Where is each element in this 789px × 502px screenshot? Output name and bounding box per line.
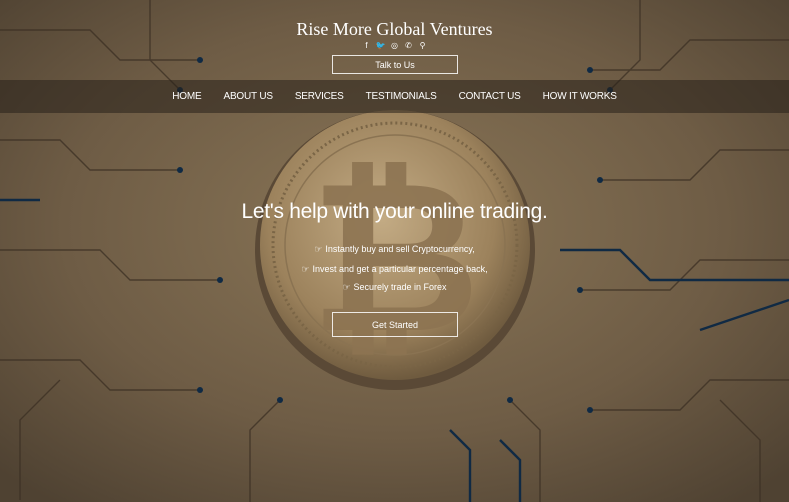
facebook-icon[interactable]: f [363,41,371,51]
location-pin-icon[interactable]: ⚲ [419,41,427,51]
nav-item-services[interactable]: SERVICES [295,91,344,102]
phone-icon[interactable]: ✆ [405,41,413,51]
hand-pointing-icon: ☞ [314,244,323,254]
hero-bullet: ☞ Invest and get a particular percentage … [0,264,789,275]
nav-item-how-it-works[interactable]: HOW IT WORKS [543,91,617,102]
twitter-icon[interactable]: 🐦 [376,41,386,51]
nav-item-testimonials[interactable]: TESTIMONIALS [366,91,437,102]
talk-to-us-button[interactable]: Talk to Us [332,55,458,74]
hero-headline: Let's help with your online trading. [241,200,548,223]
hero-bullet: ☞ Instantly buy and sell Cryptocurrency, [0,244,789,255]
main-navigation: HOME ABOUT US SERVICES TESTIMONIALS CONT… [0,80,789,113]
brand-title[interactable]: Rise More Global Ventures [0,19,789,40]
social-links: f 🐦 ◎ ✆ ⚲ [0,41,789,51]
svg-text:₿: ₿ [309,135,480,380]
hand-pointing-icon: ☞ [342,282,351,292]
get-started-button[interactable]: Get Started [332,312,458,337]
hand-pointing-icon: ☞ [301,264,310,274]
bullet-text: Invest and get a particular percentage b… [312,264,488,274]
bullet-text: Instantly buy and sell Cryptocurrency, [325,244,475,254]
bullet-text: Securely trade in Forex [353,282,447,292]
hero-bullet: ☞ Securely trade in Forex [0,282,789,293]
nav-item-contact-us[interactable]: CONTACT US [459,91,521,102]
nav-item-about-us[interactable]: ABOUT US [223,91,273,102]
instagram-icon[interactable]: ◎ [391,41,399,51]
nav-item-home[interactable]: HOME [172,91,201,102]
